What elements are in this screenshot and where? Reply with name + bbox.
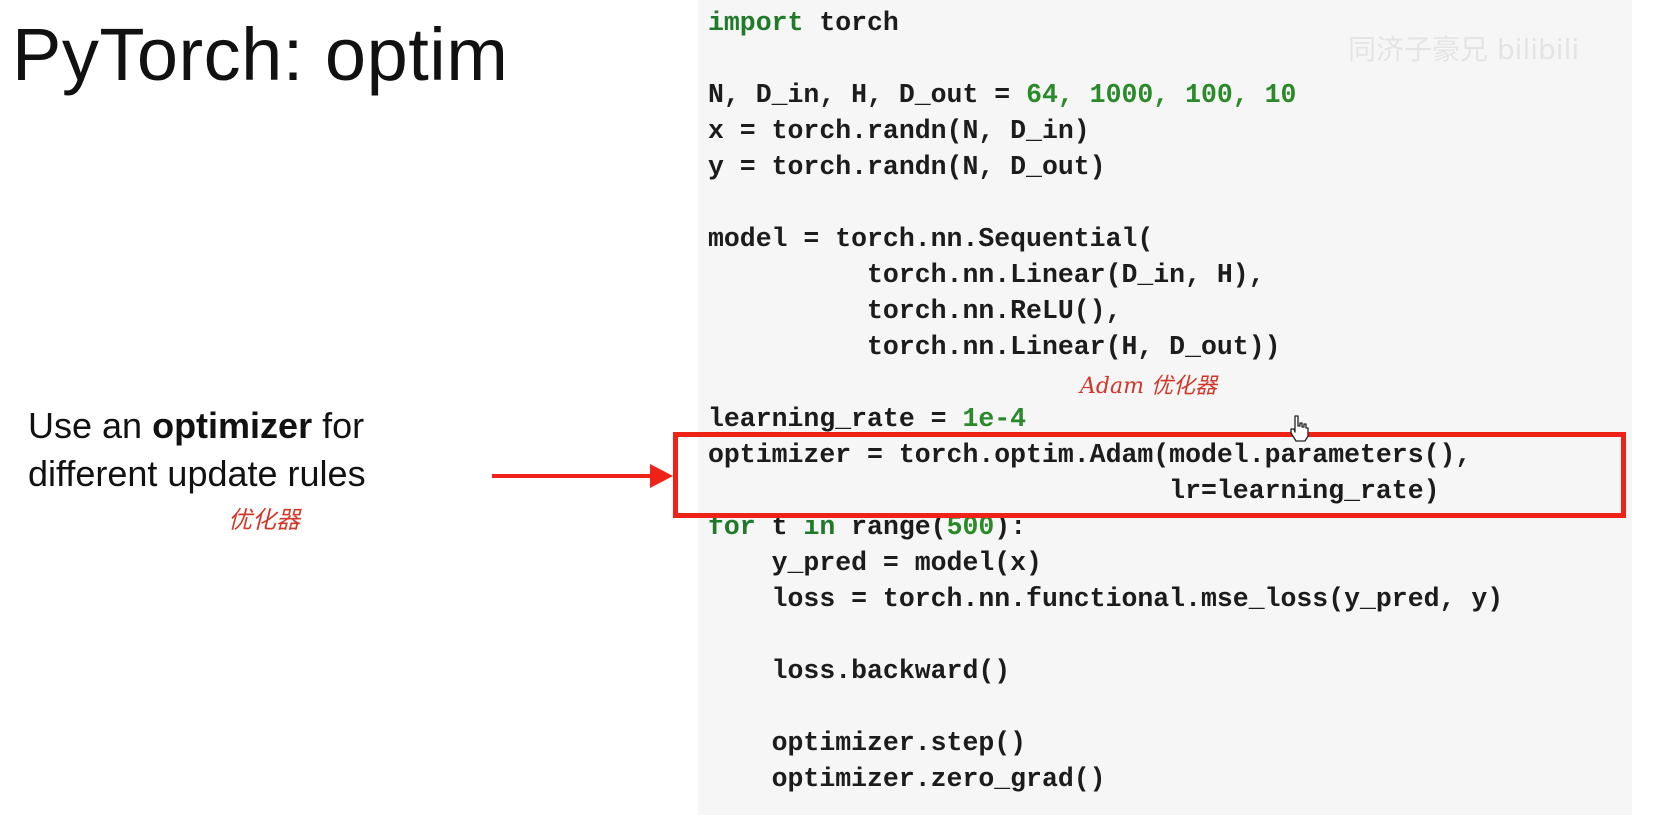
code-text: loss.backward() bbox=[708, 656, 1011, 686]
code-line: loss = torch.nn.functional.mse_loss(y_pr… bbox=[708, 581, 1504, 617]
code-line: x = torch.randn(N, D_in) bbox=[708, 113, 1503, 149]
code-number: 1e-4 bbox=[962, 404, 1027, 434]
handwritten-note-optimizer: 优化器 bbox=[228, 506, 300, 534]
caption-line-1: Use an optimizer for bbox=[28, 402, 366, 450]
code-number: 64, 1000, 100, 10 bbox=[1026, 80, 1297, 110]
code-line: torch.nn.Linear(D_in, H), bbox=[708, 257, 1503, 293]
code-text: y_pred = model(x) bbox=[708, 548, 1042, 578]
handwritten-note-adam: Adam 优化器 bbox=[1080, 374, 1217, 399]
code-line: N, D_in, H, D_out = 64, 1000, 100, 10 bbox=[708, 77, 1503, 113]
code-line: optimizer.zero_grad() bbox=[708, 761, 1503, 797]
caption-text-post: for bbox=[312, 405, 365, 446]
code-line: model = torch.nn.Sequential( bbox=[708, 221, 1503, 257]
code-text: torch.nn.ReLU(), bbox=[708, 296, 1122, 326]
code-text: optimizer.step() bbox=[708, 728, 1027, 758]
code-text: N, D_in, H, D_out = bbox=[708, 80, 1027, 110]
code-line: optimizer.step() bbox=[708, 725, 1503, 761]
code-text: torch.nn.Linear(H, D_out)) bbox=[708, 332, 1281, 362]
caption-line-2: different update rules bbox=[28, 453, 366, 494]
caption-keyword-optimizer: optimizer bbox=[152, 405, 313, 446]
code-text: x = torch.randn(N, D_in) bbox=[708, 116, 1090, 146]
slide-title: PyTorch: optim bbox=[12, 13, 509, 96]
code-text: loss = torch.nn.functional.mse_loss(y_pr… bbox=[708, 584, 1504, 614]
code-text: y = torch.randn(N, D_out) bbox=[708, 152, 1106, 182]
code-block: import torch N, D_in, H, D_out = 64, 100… bbox=[708, 5, 1503, 797]
code-text: torch bbox=[803, 8, 899, 38]
code-line: torch.nn.Linear(H, D_out)) bbox=[708, 329, 1503, 365]
code-line: y = torch.randn(N, D_out) bbox=[708, 149, 1503, 185]
code-text: optimizer.zero_grad() bbox=[708, 764, 1106, 794]
code-line: y_pred = model(x) bbox=[708, 545, 1503, 581]
highlight-box bbox=[673, 432, 1626, 518]
hand-pointer-icon bbox=[1288, 414, 1310, 442]
code-line: loss.backward() bbox=[708, 653, 1503, 689]
code-text: torch.nn.Linear(D_in, H), bbox=[708, 260, 1265, 290]
code-keyword: import bbox=[708, 8, 804, 38]
code-text: model = torch.nn.Sequential( bbox=[708, 224, 1154, 254]
caption-text-pre: Use an bbox=[28, 405, 153, 446]
watermark: 同济子豪兄 bilibili bbox=[1348, 33, 1580, 66]
slide-caption: Use an optimizer for different update ru… bbox=[28, 402, 366, 498]
code-text: learning_rate = bbox=[708, 404, 963, 434]
code-line: torch.nn.ReLU(), bbox=[708, 293, 1503, 329]
